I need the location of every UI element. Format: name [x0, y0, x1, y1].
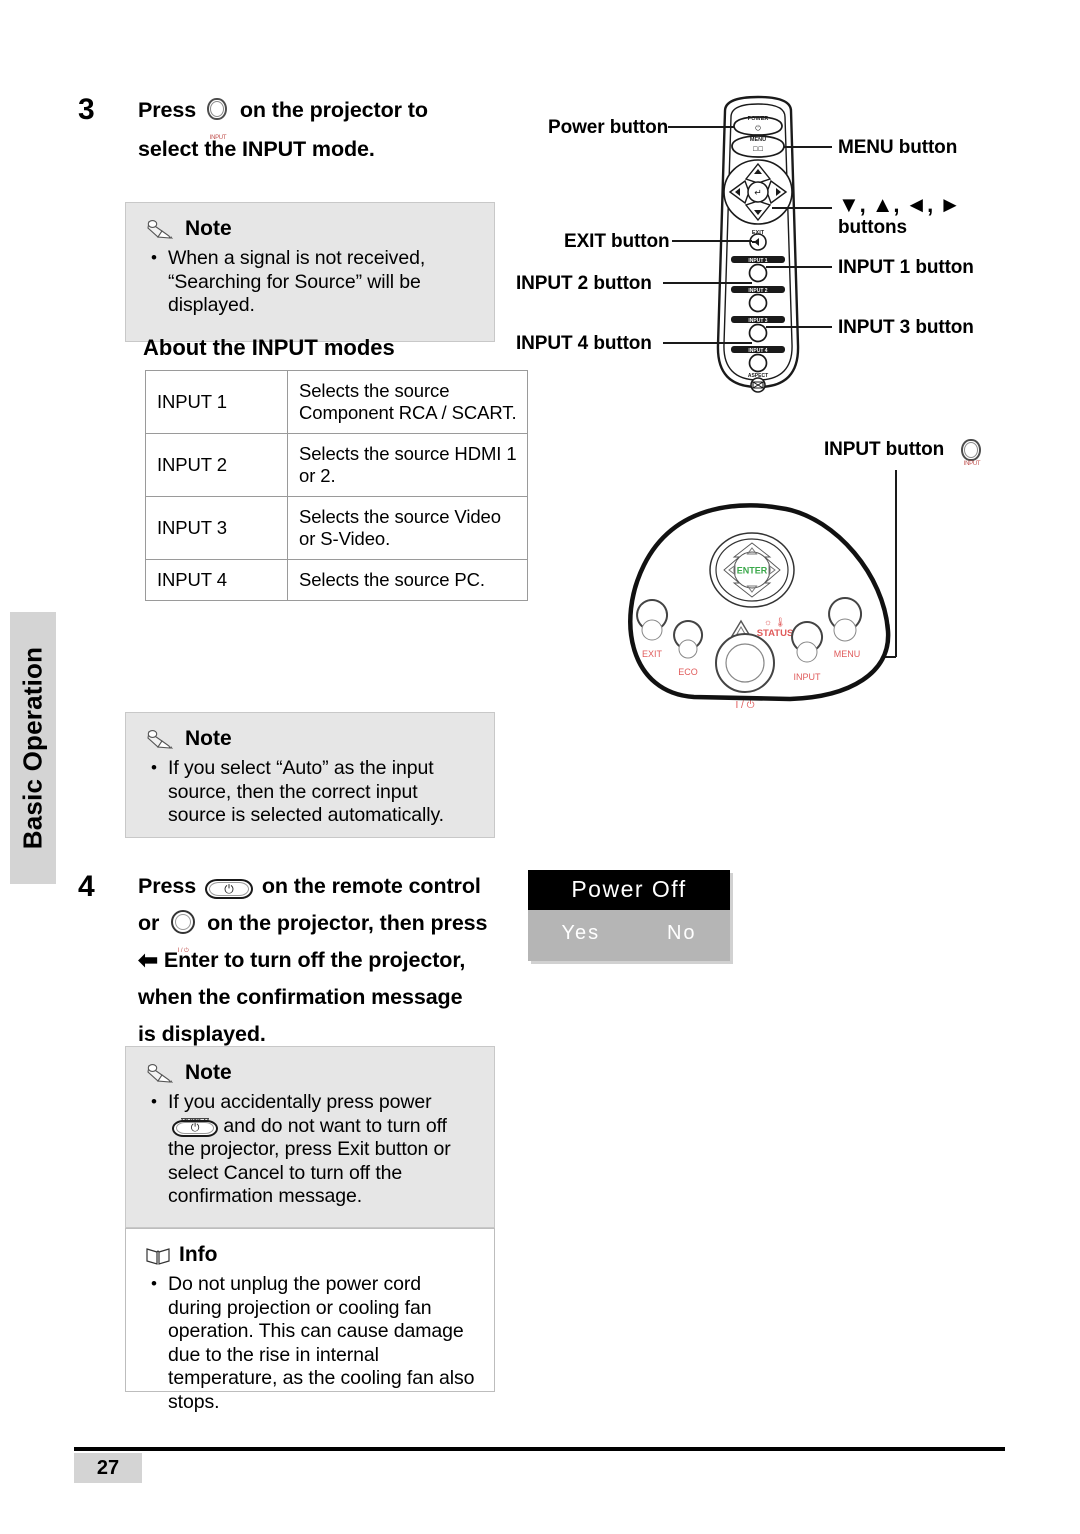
table-cell-description: Selects the source Video or S-Video.	[287, 496, 528, 560]
note-item: If you select “Auto” as the input source…	[146, 756, 476, 828]
svg-text:☐☐: ☐☐	[753, 146, 764, 153]
info-title-text: Info	[179, 1243, 218, 1266]
step-3-line2: select the INPUT mode.	[138, 137, 375, 161]
step-4-line2-after: on the projector, then press	[207, 911, 488, 935]
note-title-text: Note	[185, 217, 232, 240]
power-off-dialog-options: Yes No	[528, 910, 730, 961]
step-4-line3: Enter to turn off the projector,	[163, 948, 466, 972]
svg-text:⏻: ⏻	[755, 125, 761, 133]
input-modes-table: INPUT 1 Selects the source Component RCA…	[145, 370, 528, 601]
step-4-line4: when the confirmation message	[138, 985, 463, 1009]
power-symbol-icon: ⏻	[190, 1121, 200, 1134]
note-list: When a signal is not received, “Searchin…	[146, 246, 476, 318]
table-row: INPUT 2 Selects the source HDMI 1 or 2.	[145, 433, 528, 497]
book-icon	[146, 1245, 170, 1265]
table-cell-mode: INPUT 2	[145, 433, 288, 497]
remote-power-button-icon: POWER ⏻	[204, 873, 253, 901]
table-cell-mode: INPUT 4	[145, 559, 288, 601]
label-input1-button: INPUT 1 button	[838, 257, 974, 278]
step-3-line1-after: on the projector to	[239, 98, 428, 122]
note-title: Note	[146, 727, 476, 751]
label-arrow-buttons: ▼, ▲, ◄, ►	[838, 192, 961, 217]
info-list: Do not unplug the power cord during proj…	[146, 1272, 476, 1414]
label-power-button: Power button	[548, 117, 669, 138]
projector-panel-diagram: INPUT button INPUT ENTER EXIT ECO ☼ 🌡 ST…	[600, 425, 1020, 715]
note-title-text: Note	[185, 727, 232, 750]
projector-panel-illustration: ENTER EXIT ECO ☼ 🌡 STATUS I / ⏻ INPUT ME…	[628, 470, 897, 711]
step-4-line2-before: or	[138, 911, 160, 935]
table-row: INPUT 3 Selects the source Video or S-Vi…	[145, 496, 528, 560]
note-list: If you accidentally press power POWER ⏻ …	[146, 1090, 476, 1209]
table-row: INPUT 1 Selects the source Component RCA…	[145, 370, 528, 434]
info-title: Info	[146, 1243, 476, 1267]
step-4-number: 4	[78, 870, 95, 903]
svg-text:↵: ↵	[754, 188, 762, 198]
note-box-auto-source: Note If you select “Auto” as the input s…	[125, 712, 495, 838]
table-cell-description: Selects the source PC.	[287, 559, 528, 601]
svg-text:STATUS: STATUS	[757, 628, 794, 639]
svg-text:ENTER: ENTER	[737, 566, 768, 576]
input-modes-heading: About the INPUT modes	[143, 335, 395, 360]
sidebar-section-label: Basic Operation	[17, 646, 48, 850]
input-icon-caption: INPUT	[209, 135, 227, 142]
svg-text:INPUT: INPUT	[794, 672, 822, 682]
table-cell-mode: INPUT 1	[145, 370, 288, 434]
label-input3-button: INPUT 3 button	[838, 317, 974, 338]
label-arrow-buttons-second-line: buttons	[838, 217, 907, 238]
svg-text:POWER: POWER	[748, 116, 769, 122]
footer-divider	[74, 1447, 1005, 1451]
svg-text:INPUT 2: INPUT 2	[748, 288, 767, 294]
svg-text:INPUT 1: INPUT 1	[748, 258, 767, 264]
pencil-icon	[146, 728, 176, 750]
table-cell-mode: INPUT 3	[145, 496, 288, 560]
step-4-line1-before: Press	[138, 874, 197, 898]
enter-arrow-icon: ⬅	[138, 947, 159, 974]
remote-control-diagram: POWER ⏻ MENU ☐☐ ↵ EXIT INPUT 1 INPUT 2 I…	[516, 95, 1020, 415]
input-button-icon: INPUT	[205, 98, 231, 141]
step-3-line1-before: Press	[138, 98, 197, 122]
svg-text:☼ 🌡: ☼ 🌡	[764, 617, 786, 627]
power-off-dialog: Power Off Yes No	[528, 870, 730, 961]
step-3-number: 3	[78, 93, 95, 126]
pencil-icon	[146, 218, 176, 240]
svg-text:MENU: MENU	[750, 137, 766, 143]
svg-text:INPUT 3: INPUT 3	[748, 318, 767, 324]
info-box-power-cord: Info Do not unplug the power cord during…	[125, 1228, 495, 1413]
note-list: If you select “Auto” as the input source…	[146, 756, 476, 828]
note-title: Note	[146, 217, 476, 241]
note-item: When a signal is not received, “Searchin…	[146, 246, 476, 318]
note-box-accidental-power: Note If you accidentally press power POW…	[125, 1046, 495, 1228]
note-title-text: Note	[185, 1061, 232, 1084]
page-number: 27	[74, 1453, 142, 1483]
power-symbol-icon: ⏻	[224, 882, 234, 897]
step-4-line1-after: on the remote control	[261, 874, 481, 898]
note-title: Note	[146, 1061, 476, 1085]
info-item: Do not unplug the power cord during proj…	[146, 1272, 476, 1414]
table-cell-description: Selects the source Component RCA / SCART…	[287, 370, 528, 434]
label-input2-button: INPUT 2 button	[516, 273, 652, 294]
svg-text:EXIT: EXIT	[642, 649, 663, 659]
step-3-text: Press INPUT on the projector to select t…	[138, 92, 498, 168]
label-menu-button: MENU button	[838, 137, 958, 158]
inline-power-button-icon: POWER ⏻	[172, 1116, 218, 1137]
power-off-no-option[interactable]: No	[667, 922, 697, 945]
sidebar-section-tab: Basic Operation	[10, 612, 56, 884]
projector-power-icon-caption: I / ⏻	[177, 948, 189, 955]
step-4-text: Press POWER ⏻ on the remote control or I…	[138, 868, 508, 1053]
svg-text:MENU: MENU	[834, 649, 861, 659]
table-cell-description: Selects the source HDMI 1 or 2.	[287, 433, 528, 497]
note-item: If you accidentally press power POWER ⏻ …	[146, 1090, 476, 1209]
label-exit-button: EXIT button	[564, 231, 670, 252]
svg-text:ECO: ECO	[678, 667, 698, 677]
note-box-searching: Note When a signal is not received, “Sea…	[125, 202, 495, 342]
svg-text:I / ⏻: I / ⏻	[735, 700, 754, 711]
svg-text:INPUT 4: INPUT 4	[748, 348, 767, 354]
projector-power-button-icon: I / ⏻	[168, 910, 198, 954]
power-off-dialog-title: Power Off	[528, 870, 730, 910]
pencil-icon	[146, 1062, 176, 1084]
power-off-yes-option[interactable]: Yes	[561, 922, 600, 945]
table-row: INPUT 4 Selects the source PC.	[145, 559, 528, 601]
label-input4-button: INPUT 4 button	[516, 333, 652, 354]
